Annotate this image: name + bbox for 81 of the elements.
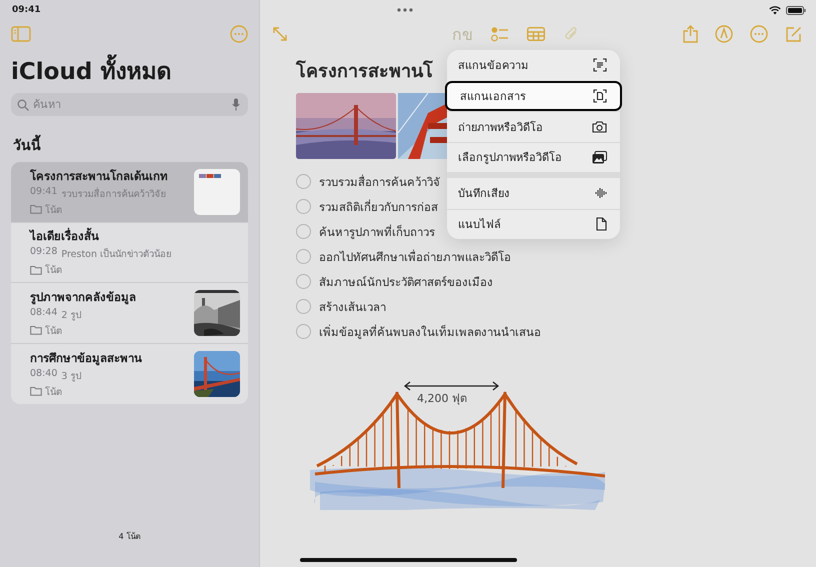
document-icon xyxy=(596,217,607,232)
table-button[interactable] xyxy=(527,27,545,41)
note-row[interactable]: โครงการสะพานโกลเด้นเกท 09:41 รวบรวมสื่อการค้นคว้าวิจัย โน้ต xyxy=(11,162,248,222)
note-time: 09:41 xyxy=(30,186,58,199)
folder-title: iCloud ทั้งหมด xyxy=(11,53,248,89)
more-button[interactable] xyxy=(230,25,248,43)
photos-icon xyxy=(592,150,607,164)
checklist-icon xyxy=(491,26,509,42)
paperclip-icon xyxy=(563,26,579,42)
menu-item[interactable]: สแกนเอกสาร xyxy=(445,80,622,111)
more-icon xyxy=(230,25,248,43)
checklist-item: ออกไปทัศนศึกษาเพื่อถ่ายภาพและวิดีโอ xyxy=(319,248,511,266)
note-preview: 3 รูป xyxy=(61,370,82,383)
more-icon xyxy=(750,25,768,43)
microphone-icon xyxy=(232,98,240,111)
note-title: ไอเดียเรื่องสั้น xyxy=(30,227,100,246)
pen-circle-icon xyxy=(715,25,733,43)
checkbox[interactable] xyxy=(296,174,311,189)
folder-icon xyxy=(30,386,42,396)
waveform-icon xyxy=(595,187,607,200)
note-preview: 2 รูป xyxy=(61,308,82,322)
expand-button[interactable] xyxy=(272,26,288,42)
note-row[interactable]: รูปภาพจากคลังข้อมูล 08:44 2 รูป โน้ต xyxy=(11,283,248,344)
section-heading: วันนี้ xyxy=(13,134,246,156)
scan-document-icon xyxy=(593,88,607,103)
table-icon xyxy=(527,27,545,41)
note-title: โครงการสะพานโกลเด้นเกท xyxy=(30,168,169,185)
expand-arrows-icon xyxy=(272,26,288,42)
checklist-item: รวมสถิติเกี่ยวกับการก่อส xyxy=(319,198,438,216)
compose-button[interactable] xyxy=(785,26,802,42)
dimension-label: 4,200 ฟุต xyxy=(417,392,467,405)
note-title: โครงการสะพานโ xyxy=(296,59,433,84)
note-title: รูปภาพจากคลังข้อมูล xyxy=(30,288,137,306)
checkbox[interactable] xyxy=(296,299,311,314)
note-preview: รวบรวมสื่อการค้นคว้าวิจัย xyxy=(61,186,166,201)
note-preview: Preston เป็นนักข่าวตัวน้อย xyxy=(61,247,172,262)
share-icon xyxy=(683,25,698,43)
sidebar-icon xyxy=(11,26,31,42)
wifi-icon xyxy=(769,6,781,14)
compose-icon xyxy=(785,26,802,42)
note-count: 4 โน้ต xyxy=(118,530,142,543)
folder-icon xyxy=(30,264,42,275)
scan-text-icon xyxy=(593,58,607,72)
checkbox[interactable] xyxy=(296,199,311,214)
more-button[interactable] xyxy=(750,25,768,43)
status-time: 09:41 xyxy=(12,5,41,15)
menu-item[interactable]: ถ่ายภาพหรือวิดีโอ xyxy=(447,111,620,142)
search-field[interactable]: ค้นหา xyxy=(11,93,248,116)
note-time: 09:28 xyxy=(30,246,58,260)
folder-name: โน้ต xyxy=(45,263,62,278)
camera-icon xyxy=(592,120,607,133)
note-time: 08:40 xyxy=(30,368,58,381)
checkbox[interactable] xyxy=(296,224,311,239)
checklist-item: ค้นหารูปภาพที่เก็บถาวร xyxy=(319,224,435,240)
share-button[interactable] xyxy=(683,25,698,43)
checklist-item: เพิ่มข้อมูลที่ค้นพบลงในเท็มเพลตงานนำเสนอ xyxy=(319,324,541,340)
folder-name: โน้ต xyxy=(45,203,62,217)
checkbox[interactable] xyxy=(296,324,311,339)
note-title: การศึกษาข้อมูลสะพาน xyxy=(30,350,143,367)
note-time: 08:44 xyxy=(30,306,58,320)
battery-icon xyxy=(786,6,806,14)
sidebar-toggle-button[interactable] xyxy=(11,26,31,42)
note-row[interactable]: ไอเดียเรื่องสั้น 09:28 Preston เป็นนักข่าวตัวน้อย โน้ต xyxy=(11,222,248,283)
folder-icon xyxy=(30,325,42,336)
checklist-item: สัมภาษณ์นักประวัติศาสตร์ของเมือง xyxy=(319,274,493,290)
markup-button[interactable] xyxy=(715,25,733,43)
checklist-item: สร้างเส้นเวลา xyxy=(319,298,386,316)
folder-icon xyxy=(30,204,42,214)
checklist-button[interactable] xyxy=(491,26,509,42)
checkbox[interactable] xyxy=(296,249,311,264)
folder-name: โน้ต xyxy=(45,385,62,399)
attach-button[interactable] xyxy=(563,26,579,42)
checkbox[interactable] xyxy=(296,274,311,289)
menu-item[interactable]: เลือกรูปภาพหรือวิดีโอ xyxy=(447,142,620,172)
menu-item[interactable]: บันทึกเสียง xyxy=(447,178,620,208)
more-dots-icon xyxy=(397,8,413,12)
note-row[interactable]: การศึกษาข้อมูลสะพาน 08:40 3 รูป โน้ต xyxy=(11,344,248,404)
folder-name: โน้ต xyxy=(45,324,62,338)
menu-item[interactable]: สแกนข้อความ xyxy=(447,50,620,80)
checklist-item: รวบรวมสื่อการค้นคว้าวิจั xyxy=(319,174,440,190)
menu-item[interactable]: แนบไฟล์ xyxy=(447,208,620,239)
